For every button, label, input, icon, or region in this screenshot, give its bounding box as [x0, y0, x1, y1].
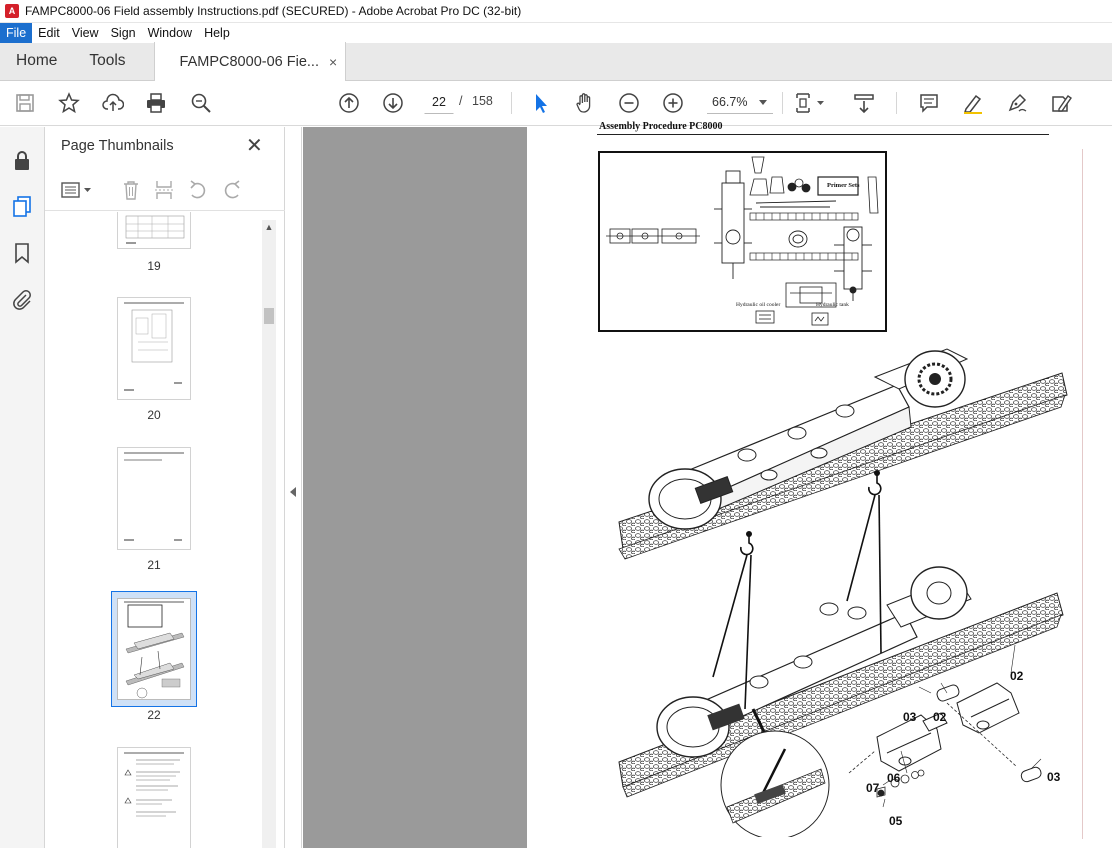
panel-title: Page Thumbnails [61, 138, 174, 154]
tab-home[interactable]: Home [0, 42, 73, 80]
page-fit-icon[interactable] [793, 91, 827, 115]
highlight-pen-icon[interactable] [961, 91, 985, 115]
scrollbar-thumb[interactable] [264, 308, 274, 324]
attachments-paperclip-icon[interactable] [11, 288, 35, 312]
acrobat-window: A FAMPC8000-06 Field assembly Instructio… [0, 0, 1112, 848]
print-icon[interactable] [144, 91, 168, 115]
thumbnail-page-23[interactable] [117, 747, 191, 848]
previous-page-icon[interactable] [337, 91, 361, 115]
main-toolbar [0, 81, 1112, 126]
thumbnail-label: 20 [147, 408, 161, 422]
menu-window[interactable]: Window [142, 23, 198, 43]
title-bar: A FAMPC8000-06 Field assembly Instructio… [0, 0, 1112, 23]
thumbnail-toolbar [45, 171, 285, 211]
zoom-level-value: 66.7% [712, 95, 748, 109]
callout-06: 06 [887, 771, 901, 785]
collapse-panel-arrow-icon[interactable] [290, 487, 296, 497]
thumbnail-label: 22 [147, 708, 161, 722]
callout-02-a: 02 [1010, 669, 1024, 683]
toolbar-divider [782, 92, 783, 114]
thumbnail-scrollbar[interactable]: ▲ [262, 220, 276, 848]
thumbnail-label: 21 [147, 558, 161, 572]
callout-05: 05 [889, 814, 903, 828]
toolbar-divider [896, 92, 897, 114]
left-navigation-rail [0, 127, 45, 848]
heading-rule [597, 134, 1049, 135]
tab-document-label: FAMPC8000-06 Fie... [179, 53, 319, 70]
label-primer-sets: Primer Sets [827, 182, 860, 189]
edit-document-icon[interactable] [1049, 91, 1073, 115]
zoom-search-icon[interactable] [189, 91, 213, 115]
menu-bar: File Edit View Sign Window Help [0, 23, 1112, 43]
thumbnail-page-19[interactable] [117, 212, 191, 249]
menu-file[interactable]: File [0, 23, 33, 43]
rotate-counterclockwise-icon[interactable] [187, 179, 211, 203]
thumbnail-page-20[interactable] [117, 297, 191, 400]
page-thumbnails-panel: Page Thumbnails ✕ 19 20 21 22 ▲ [45, 127, 285, 848]
thumbnail-options-icon[interactable] [60, 179, 96, 203]
document-view[interactable]: Assembly Procedure PC8000 Primer Sets Hy… [303, 121, 1112, 848]
track-assembly-illustration [618, 348, 1068, 837]
tab-tools[interactable]: Tools [73, 42, 153, 80]
zoom-level-select[interactable]: 66.7% [707, 90, 773, 114]
menu-help[interactable]: Help [198, 23, 236, 43]
tab-close-icon[interactable]: × [329, 54, 337, 70]
thumbnail-label: 19 [147, 259, 161, 273]
thumbnail-page-22-selected[interactable] [111, 591, 197, 707]
parts-kit-illustration: Primer Sets Hydraulic oil cooler Hydraul… [598, 151, 887, 332]
chevron-down-icon [759, 100, 767, 105]
panel-close-icon[interactable]: ✕ [246, 136, 263, 156]
delete-page-icon[interactable] [120, 179, 144, 203]
page-total: 158 [472, 94, 493, 108]
extract-pages-icon[interactable] [153, 179, 177, 203]
comment-icon[interactable] [917, 91, 941, 115]
label-hydraulic-tank: Hydraulic tank [816, 302, 849, 308]
label-hydraulic-oil-cooler: Hydraulic oil cooler [736, 302, 781, 308]
page-number-input[interactable]: 22 [424, 90, 454, 114]
thumbnail-list: 19 20 21 22 [45, 212, 285, 848]
menu-edit[interactable]: Edit [32, 23, 66, 43]
menu-view[interactable]: View [66, 23, 105, 43]
toolbar-divider [511, 92, 512, 114]
tab-document[interactable]: FAMPC8000-06 Fie... × [153, 42, 347, 81]
page-separator: / [459, 94, 463, 108]
page-heading: Assembly Procedure PC8000 [599, 121, 723, 132]
bookmarks-icon[interactable] [11, 242, 35, 266]
scroll-mode-icon[interactable] [852, 91, 876, 115]
callout-02-b: 02 [933, 710, 947, 724]
select-pointer-icon[interactable] [529, 91, 553, 115]
hand-tool-icon[interactable] [573, 91, 597, 115]
sign-pen-icon[interactable] [1005, 91, 1029, 115]
thumbnail-page-21[interactable] [117, 447, 191, 550]
upload-cloud-icon[interactable] [101, 91, 125, 115]
lock-icon[interactable] [11, 149, 35, 173]
menu-sign[interactable]: Sign [105, 23, 142, 43]
callout-07: 07 [866, 781, 880, 795]
thumbnail-page-image [117, 598, 191, 700]
panel-collapse-gutter[interactable] [285, 127, 302, 848]
next-page-icon[interactable] [381, 91, 405, 115]
save-icon[interactable] [13, 91, 37, 115]
acrobat-app-icon: A [5, 4, 19, 18]
zoom-out-icon[interactable] [617, 91, 641, 115]
callout-03-b: 03 [1047, 770, 1061, 784]
pdf-page: Assembly Procedure PC8000 Primer Sets Hy… [527, 121, 1112, 848]
window-title: FAMPC8000-06 Field assembly Instructions… [25, 4, 522, 18]
zoom-in-icon[interactable] [661, 91, 685, 115]
page-thumbnails-icon[interactable] [11, 195, 35, 219]
scroll-up-arrow-icon[interactable]: ▲ [264, 222, 274, 232]
rotate-clockwise-icon[interactable] [221, 179, 245, 203]
callout-03-a: 03 [903, 710, 917, 724]
bookmark-star-icon[interactable] [57, 91, 81, 115]
tab-bar: Home Tools FAMPC8000-06 Fie... × [0, 42, 1112, 81]
